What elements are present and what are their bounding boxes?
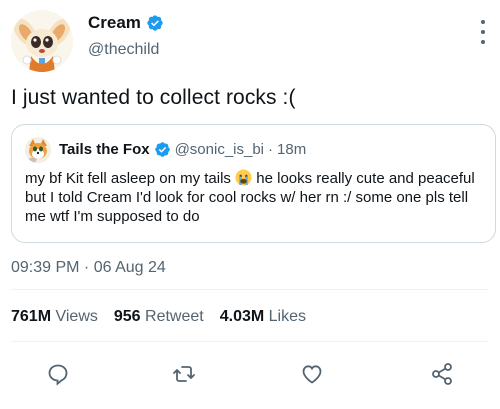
verified-badge-icon bbox=[147, 15, 163, 31]
views-stat[interactable]: 761M Views bbox=[11, 308, 98, 326]
author-display-name[interactable]: Cream bbox=[88, 13, 141, 33]
share-icon bbox=[432, 363, 452, 385]
tweet-detail: Cream @thechild I just wanted to collect… bbox=[0, 0, 500, 409]
author-avatar[interactable] bbox=[11, 10, 73, 72]
like-button[interactable] bbox=[300, 362, 324, 386]
retweets-stat[interactable]: 956 Retweet bbox=[114, 308, 204, 326]
divider bbox=[11, 341, 489, 342]
likes-label: Likes bbox=[268, 308, 307, 325]
tweet-timestamp[interactable]: 09:39 PM · 06 Aug 24 bbox=[11, 259, 166, 277]
reply-button[interactable] bbox=[46, 362, 70, 386]
quoted-tweet-text: my bf Kit fell asleep on my tails he loo… bbox=[25, 169, 485, 226]
reply-icon bbox=[48, 364, 68, 386]
likes-stat[interactable]: 4.03M Likes bbox=[220, 308, 306, 326]
retweet-icon bbox=[173, 366, 195, 382]
crying-face-icon bbox=[235, 169, 252, 186]
tweet-stats: 761M Views 956 Retweet 4.03M Likes bbox=[11, 308, 306, 326]
quoted-tweet-time[interactable]: 18m bbox=[277, 141, 306, 158]
quoted-author-handle[interactable]: @sonic_is_bi bbox=[175, 141, 264, 158]
separator-dot: · bbox=[268, 141, 274, 158]
divider bbox=[11, 289, 489, 290]
quoted-author-name[interactable]: Tails the Fox bbox=[59, 141, 150, 158]
verified-badge-icon bbox=[154, 142, 170, 157]
retweets-label: Retweet bbox=[145, 308, 204, 325]
author-handle[interactable]: @thechild bbox=[88, 41, 159, 59]
more-options-icon[interactable] bbox=[480, 20, 486, 44]
likes-count: 4.03M bbox=[219, 308, 265, 325]
share-button[interactable] bbox=[430, 362, 454, 386]
views-count: 761M bbox=[11, 308, 52, 325]
quoted-text-part-1: my bf Kit fell asleep on my tails bbox=[25, 170, 236, 187]
like-icon bbox=[302, 365, 322, 384]
tweet-action-bar bbox=[0, 354, 500, 394]
retweets-count: 956 bbox=[113, 308, 141, 325]
quoted-author-avatar[interactable] bbox=[25, 137, 51, 163]
quoted-tweet-header: Tails the Fox @sonic_is_bi · 18m bbox=[59, 141, 306, 158]
views-label: Views bbox=[55, 308, 98, 325]
cream-rabbit-avatar-icon bbox=[11, 10, 73, 72]
author-name-row: Cream bbox=[88, 13, 164, 33]
tweet-text: I just wanted to collect rocks :( bbox=[11, 86, 296, 109]
tails-fox-avatar-icon bbox=[25, 137, 51, 163]
quoted-tweet[interactable]: Tails the Fox @sonic_is_bi · 18m my bf K… bbox=[11, 124, 496, 243]
retweet-button[interactable] bbox=[172, 362, 196, 386]
